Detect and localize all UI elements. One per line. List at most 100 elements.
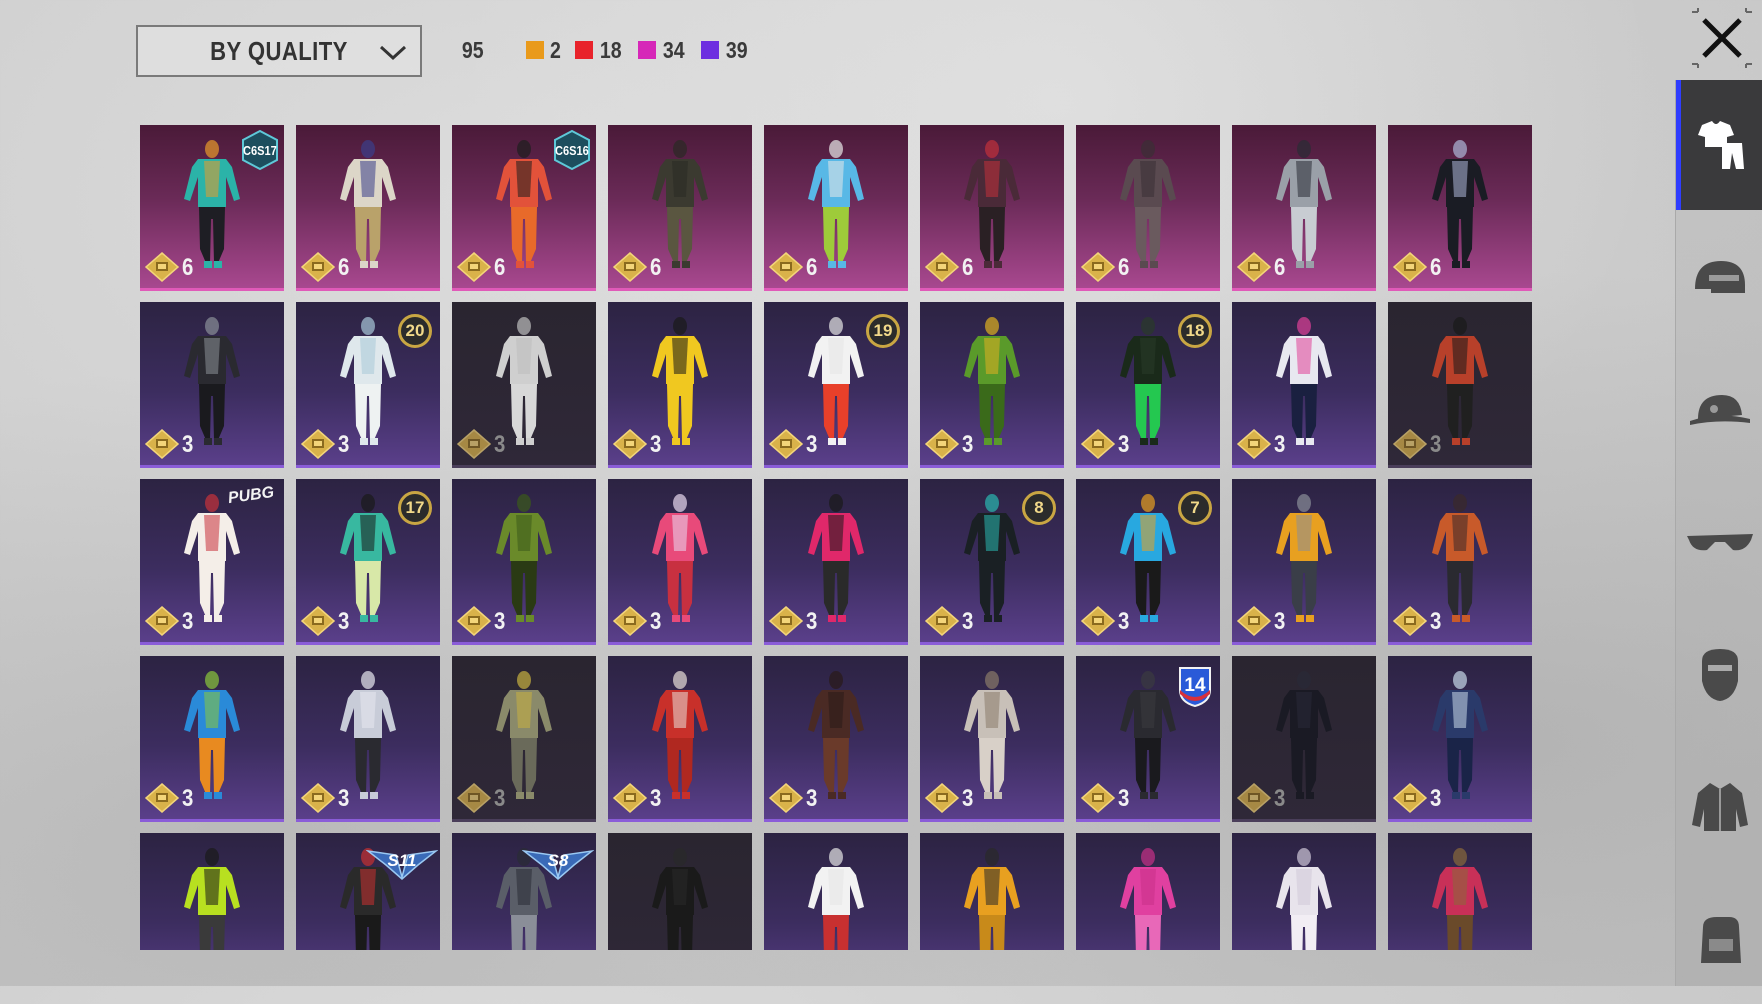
upgrade-coin-icon xyxy=(925,606,959,636)
item-tag-badge: C6S16 xyxy=(552,129,592,171)
outfit-card[interactable]: 6 xyxy=(764,125,908,291)
outfit-card[interactable] xyxy=(764,833,908,950)
outfit-card[interactable]: S11 xyxy=(296,833,440,950)
outfit-card[interactable]: 3 xyxy=(140,656,284,822)
outfit-card[interactable]: 3 xyxy=(452,302,596,468)
upgrade-coin-icon xyxy=(1237,783,1271,813)
outfit-card[interactable]: 6 xyxy=(1076,125,1220,291)
outfit-card[interactable]: 3 xyxy=(1232,302,1376,468)
outfit-card[interactable]: 3 18 xyxy=(1076,302,1220,468)
outfit-card[interactable]: 6 C6S16 xyxy=(452,125,596,291)
upgrade-level: 6 xyxy=(1430,254,1442,281)
outfit-card[interactable] xyxy=(1076,833,1220,950)
upgrade-level: 3 xyxy=(962,608,974,635)
outfit-card[interactable] xyxy=(140,833,284,950)
upgrade-coin-icon xyxy=(1393,606,1427,636)
upgrade-level: 6 xyxy=(182,254,194,281)
upgrade-coin-icon xyxy=(1393,252,1427,282)
upgrade-coin-icon xyxy=(145,429,179,459)
outfit-card[interactable]: 38 xyxy=(920,479,1064,645)
outfit-card[interactable]: 3 xyxy=(1232,479,1376,645)
upgrade-level: 3 xyxy=(1430,785,1442,812)
upgrade-coin-icon xyxy=(769,783,803,813)
outfit-card[interactable]: 3 xyxy=(1388,656,1532,822)
outfit-card[interactable]: 3 20 xyxy=(296,302,440,468)
upgrade-level: 3 xyxy=(1430,431,1442,458)
outfit-figure xyxy=(1276,848,1332,950)
upgrade-coin-icon xyxy=(301,252,335,282)
upgrade-coin-icon xyxy=(1393,429,1427,459)
item-tag-badge: S8 xyxy=(522,841,594,881)
outfit-tab[interactable] xyxy=(1676,80,1762,210)
item-tag-label: 19 xyxy=(873,321,893,340)
outfit-card[interactable]: 3 xyxy=(1388,479,1532,645)
outfit-card[interactable]: 3 xyxy=(764,479,908,645)
outfit-card[interactable]: 3 xyxy=(608,656,752,822)
outfit-card[interactable]: 3 PUBG xyxy=(140,479,284,645)
inventory-grid: 6 C6S17 6 6 C6S16 6 6 6 6 6 6 3 3 20 3 3 3 19 3 3 18 3 3 3 PUBG 3… xyxy=(140,125,1532,950)
upgrade-level: 6 xyxy=(962,254,974,281)
upgrade-level: 3 xyxy=(1118,608,1130,635)
backpack-icon xyxy=(1700,917,1741,963)
upgrade-coin-icon xyxy=(457,783,491,813)
glasses-tab[interactable] xyxy=(1676,478,1762,608)
outfit-card[interactable]: 3 17 xyxy=(296,479,440,645)
item-tag-label: C6S16 xyxy=(555,142,589,158)
item-tag-badge: 14 xyxy=(1176,664,1214,708)
outfit-card[interactable]: 3 xyxy=(452,479,596,645)
outfit-card[interactable] xyxy=(1388,833,1532,950)
jacket-tab[interactable] xyxy=(1676,742,1762,872)
outfit-card[interactable]: 3 xyxy=(764,656,908,822)
inventory-viewport: 6 C6S17 6 6 C6S16 6 6 6 6 6 6 3 3 20 3 3 3 19 3 3 18 3 3 3 PUBG 3… xyxy=(0,0,1762,950)
category-sidebar xyxy=(1675,80,1762,986)
upgrade-coin-icon xyxy=(145,783,179,813)
outfit-card[interactable]: 3 xyxy=(296,656,440,822)
outfit-card[interactable]: 3 19 xyxy=(764,302,908,468)
outfit-figure xyxy=(964,848,1020,950)
outfit-card[interactable] xyxy=(920,833,1064,950)
upgrade-level: 3 xyxy=(806,608,818,635)
hat-tab[interactable] xyxy=(1676,346,1762,476)
outfit-card[interactable]: 6 xyxy=(1388,125,1532,291)
upgrade-level: 6 xyxy=(1274,254,1286,281)
mask-tab[interactable] xyxy=(1676,610,1762,740)
upgrade-level: 3 xyxy=(494,785,506,812)
outfit-card[interactable]: 3 14 xyxy=(1076,656,1220,822)
outfit-card[interactable]: 6 xyxy=(608,125,752,291)
upgrade-level: 3 xyxy=(962,785,974,812)
outfit-card[interactable] xyxy=(608,833,752,950)
backpack-tab[interactable] xyxy=(1676,874,1762,1004)
upgrade-level: 3 xyxy=(1118,785,1130,812)
outfit-card[interactable]: 3 xyxy=(1232,656,1376,822)
upgrade-coin-icon xyxy=(1393,783,1427,813)
item-tag-badge: C6S17 xyxy=(240,129,280,171)
item-tag-label: C6S17 xyxy=(243,142,277,158)
upgrade-coin-icon xyxy=(925,783,959,813)
item-tag-badge: S11 xyxy=(366,841,438,881)
outfit-card[interactable]: 3 xyxy=(920,302,1064,468)
upgrade-level: 3 xyxy=(962,431,974,458)
upgrade-level: 3 xyxy=(1430,608,1442,635)
upgrade-coin-icon xyxy=(145,252,179,282)
helmet-tab[interactable] xyxy=(1676,214,1762,344)
outfit-card[interactable]: 3 xyxy=(1388,302,1532,468)
outfit-card[interactable]: 6 xyxy=(1232,125,1376,291)
item-tag-badge: 20 xyxy=(398,314,432,348)
outfit-card[interactable]: 3 xyxy=(140,302,284,468)
outfit-card[interactable]: 3 xyxy=(608,302,752,468)
item-tag-label: 8 xyxy=(1034,498,1044,517)
outfit-card[interactable]: 37 xyxy=(1076,479,1220,645)
outfit-card[interactable] xyxy=(1232,833,1376,950)
upgrade-level: 3 xyxy=(338,785,350,812)
outfit-card[interactable]: 6 xyxy=(920,125,1064,291)
outfit-card[interactable]: 3 xyxy=(452,656,596,822)
outfit-card[interactable]: 3 xyxy=(920,656,1064,822)
item-tag-label: 18 xyxy=(1185,321,1205,340)
upgrade-coin-icon xyxy=(145,606,179,636)
outfit-card[interactable]: S8 xyxy=(452,833,596,950)
shirt-pants-icon xyxy=(1698,121,1744,169)
outfit-card[interactable]: 6 xyxy=(296,125,440,291)
outfit-card[interactable]: 3 xyxy=(608,479,752,645)
outfit-card[interactable]: 6 C6S17 xyxy=(140,125,284,291)
outfit-figure xyxy=(652,848,708,950)
